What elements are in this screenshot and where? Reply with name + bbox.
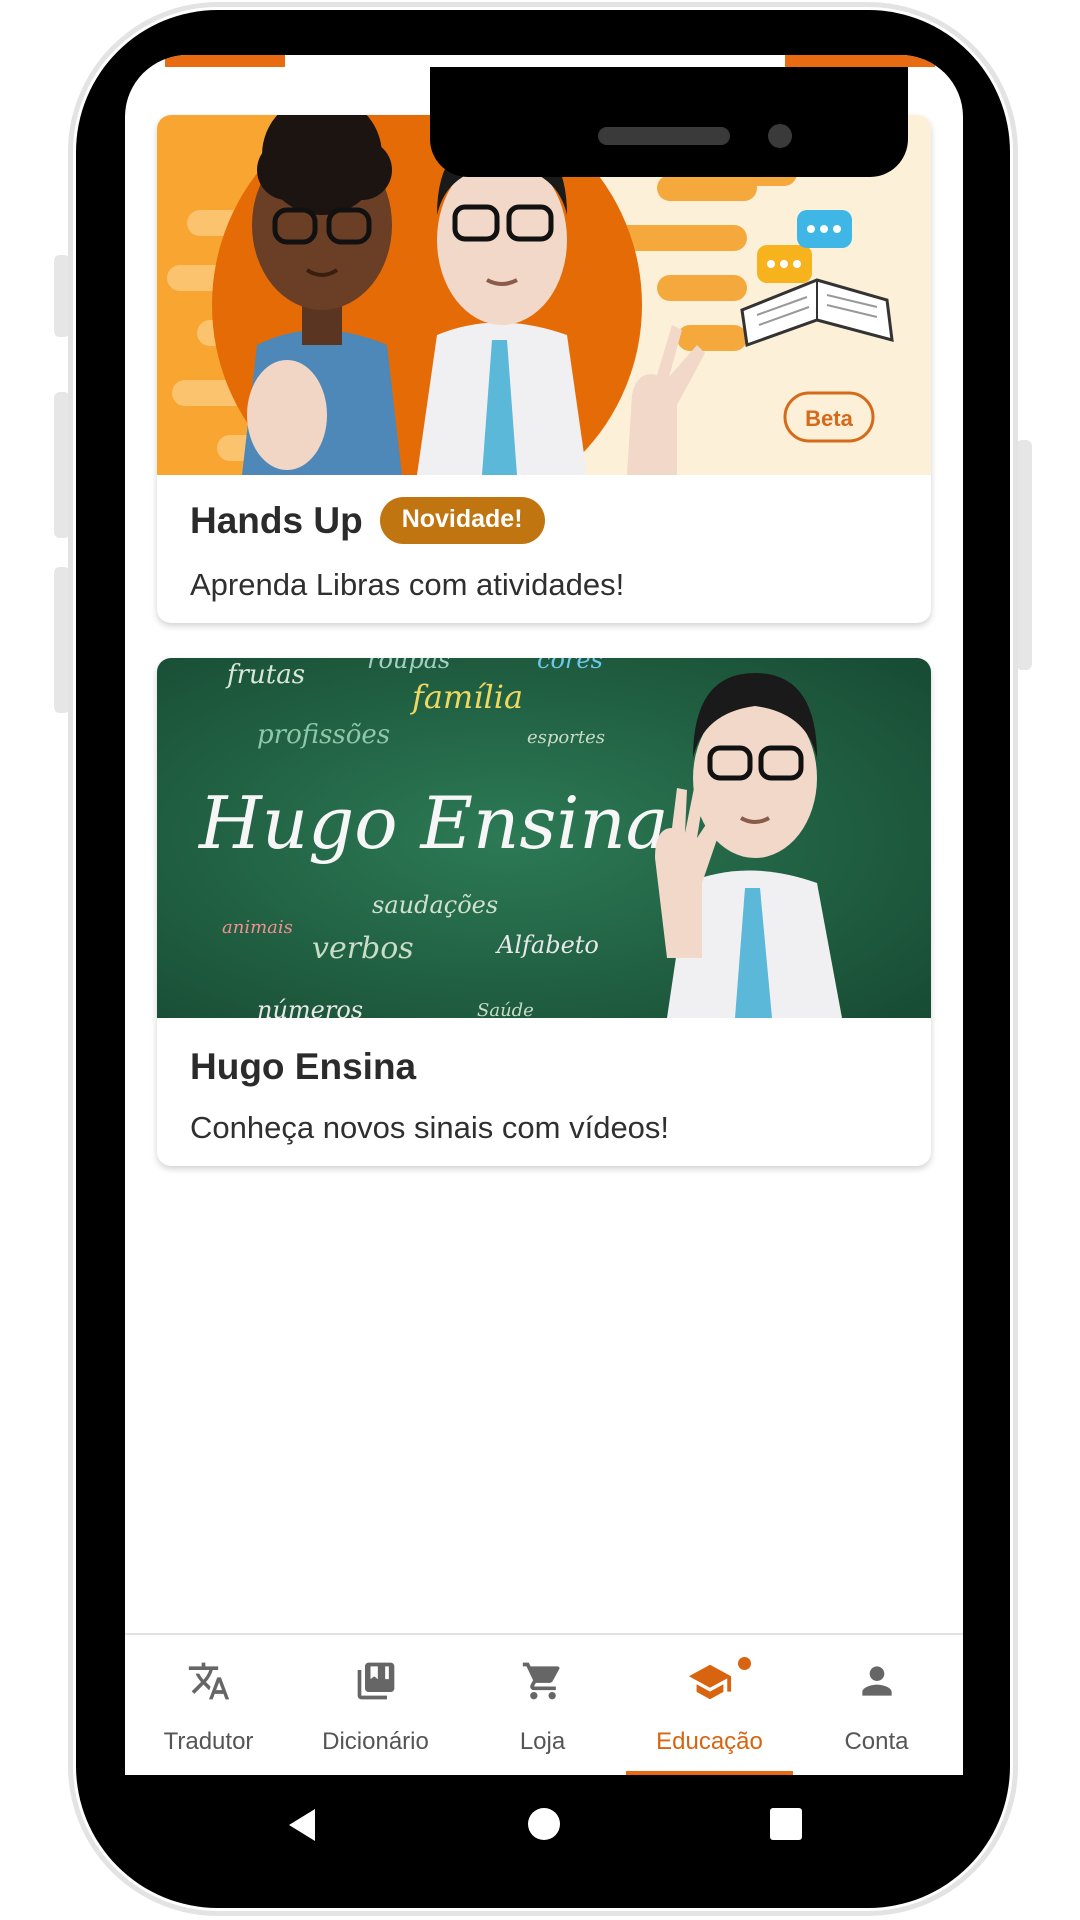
hugo-ensina-info: Hugo Ensina Conheça novos sinais com víd… — [157, 1018, 931, 1166]
word-numeros: números — [257, 996, 363, 1018]
word-profissoes: profissões — [257, 720, 390, 750]
beta-badge-text: Beta — [805, 406, 853, 431]
back-icon[interactable] — [283, 1805, 323, 1845]
hugo-ensina-title: Hugo Ensina — [190, 1046, 417, 1087]
phone-notch — [430, 67, 908, 177]
front-camera — [768, 124, 792, 148]
word-saudacoes: saudações — [372, 891, 498, 919]
word-roupas: roupas — [367, 658, 450, 674]
nav-label-dicionario: Dicionário — [322, 1728, 429, 1755]
notification-dot — [738, 1657, 751, 1670]
hands-up-info: Hands Up Novidade! Aprenda Libras com at… — [157, 475, 931, 623]
phone-button-right — [1016, 440, 1032, 670]
chalk-headline: Hugo Ensina — [197, 781, 669, 865]
word-cores: cores — [537, 658, 603, 674]
system-navigation-bar — [125, 1775, 963, 1875]
hugo-ensina-banner: frutas roupas família cores profissões e… — [157, 658, 931, 1018]
hands-up-subtitle: Aprenda Libras com atividades! — [190, 567, 625, 602]
nav-label-conta: Conta — [844, 1728, 909, 1755]
hands-up-title: Hands Up — [190, 499, 363, 541]
word-familia: família — [410, 678, 523, 716]
nav-item-dicionario[interactable]: Dicionário — [292, 1635, 459, 1775]
nav-label-loja: Loja — [519, 1728, 566, 1755]
recents-icon[interactable] — [770, 1808, 802, 1840]
word-saude: Saúde — [477, 1000, 534, 1018]
hugo-ensina-subtitle: Conheça novos sinais com vídeos! — [190, 1110, 670, 1145]
word-verbos: verbos — [312, 931, 414, 966]
library-books-icon — [292, 1659, 459, 1709]
hugo-ensina-title-row: Hugo Ensina — [190, 1046, 416, 1088]
hugo-ensina-card[interactable]: frutas roupas família cores profissões e… — [157, 658, 931, 1166]
word-frutas: frutas — [225, 660, 305, 690]
person-icon — [793, 1659, 960, 1709]
status-bar-accent-left — [165, 55, 285, 67]
hugo-ensina-illustration: frutas roupas família cores profissões e… — [157, 658, 931, 1018]
nav-item-loja[interactable]: Loja — [459, 1635, 626, 1775]
status-bar-accent-right — [785, 55, 935, 67]
nav-label-tradutor: Tradutor — [163, 1728, 254, 1755]
translate-icon — [125, 1659, 292, 1709]
graduation-cap-icon — [626, 1659, 793, 1709]
nav-item-tradutor[interactable]: Tradutor — [125, 1635, 292, 1775]
speaker-grille — [598, 127, 730, 145]
nav-item-conta[interactable]: Conta — [793, 1635, 960, 1775]
nav-item-educacao[interactable]: Educação — [626, 1635, 793, 1775]
hands-up-card[interactable]: Beta Hands Up Novidade! Aprenda Libras c… — [157, 115, 931, 623]
app-screen: Beta Hands Up Novidade! Aprenda Libras c… — [125, 55, 963, 1775]
new-badge: Novidade! — [379, 497, 545, 544]
nav-label-educacao: Educação — [656, 1728, 763, 1755]
hands-up-title-row: Hands Up Novidade! — [190, 497, 545, 544]
word-esportes: esportes — [527, 727, 605, 748]
word-animais: animais — [222, 917, 293, 938]
home-icon[interactable] — [528, 1808, 560, 1840]
word-alfabeto: Alfabeto — [495, 931, 599, 959]
shopping-cart-icon — [459, 1659, 626, 1709]
bottom-navigation: Tradutor Dicionário Loja Educação Conta — [125, 1633, 963, 1775]
